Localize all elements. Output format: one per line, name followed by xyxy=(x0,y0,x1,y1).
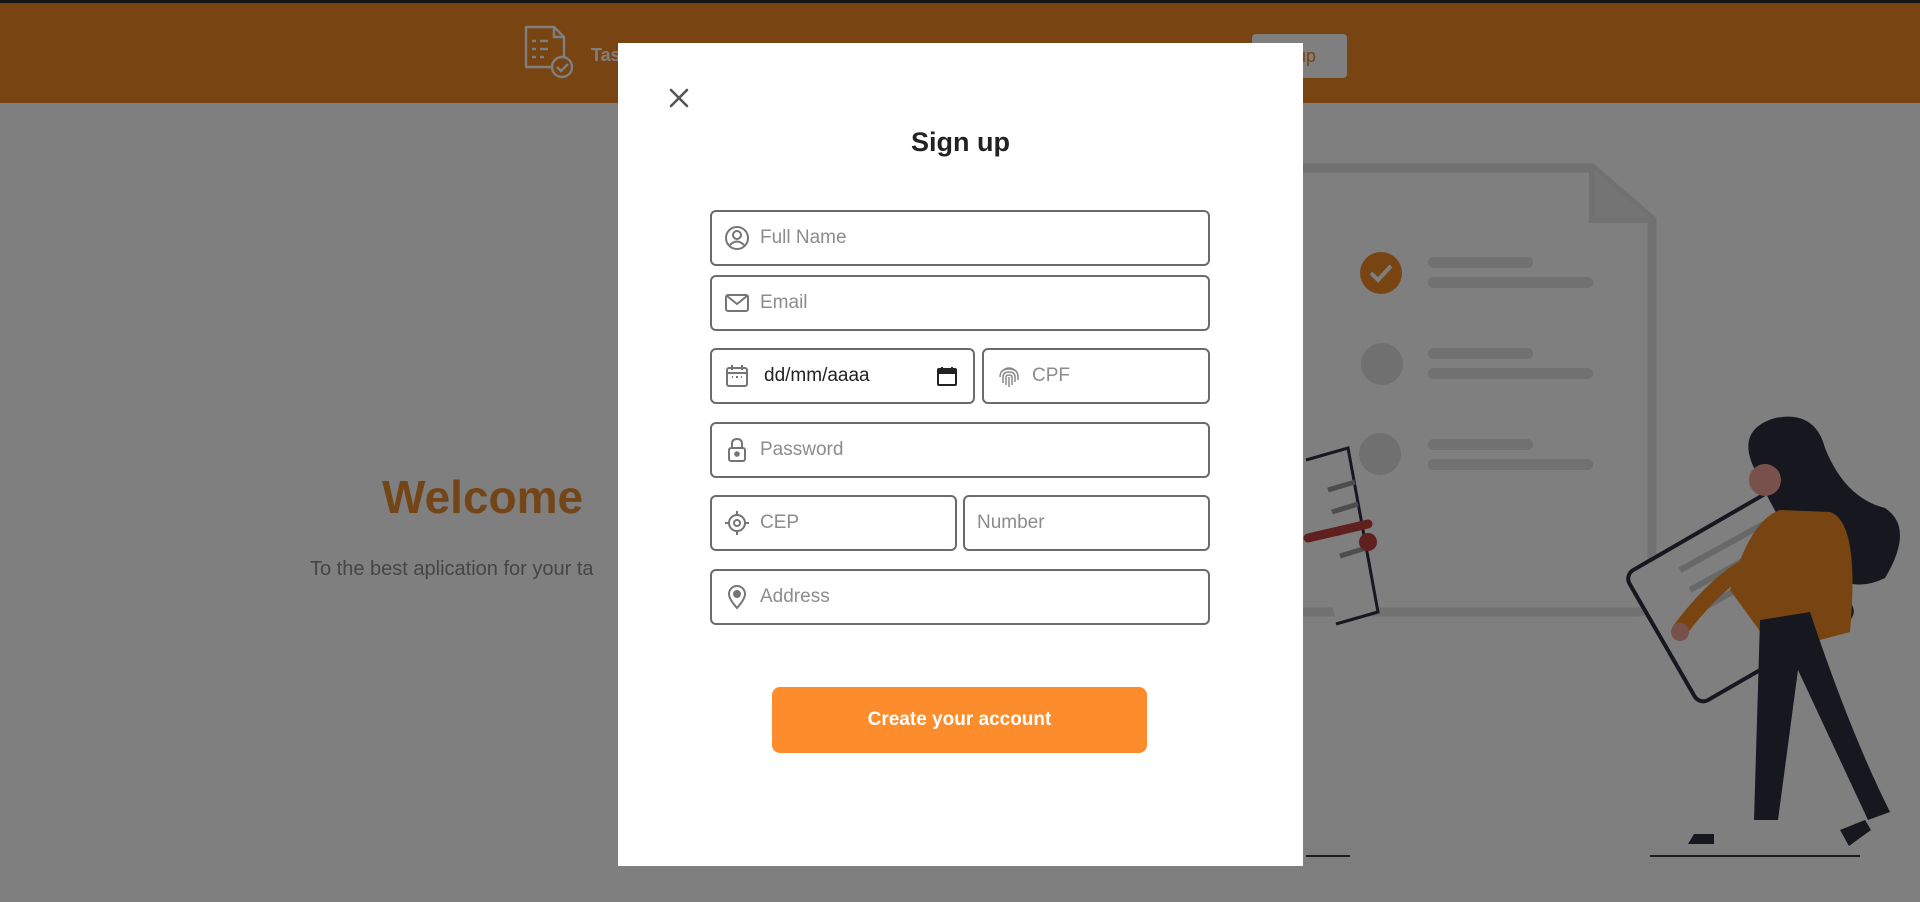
lock-icon xyxy=(728,437,746,462)
cpf-field[interactable] xyxy=(982,348,1210,404)
email-input[interactable] xyxy=(760,277,1200,329)
modal-title: Sign up xyxy=(911,127,1010,157)
user-circle-icon xyxy=(725,226,749,250)
envelope-icon xyxy=(725,294,749,312)
cep-input[interactable] xyxy=(760,497,950,549)
signup-modal: Sign up dd/mm/aaaa xyxy=(618,43,1303,866)
full-name-input[interactable] xyxy=(760,212,1200,264)
calendar-icon xyxy=(726,365,748,387)
password-field[interactable] xyxy=(710,422,1210,478)
crosshair-icon xyxy=(725,511,749,535)
email-field[interactable] xyxy=(710,275,1210,331)
address-input[interactable] xyxy=(760,571,1200,623)
address-field[interactable] xyxy=(710,569,1210,625)
calendar-picker-icon[interactable] xyxy=(937,366,957,386)
full-name-field[interactable] xyxy=(710,210,1210,266)
number-field[interactable] xyxy=(963,495,1210,551)
password-input[interactable] xyxy=(760,424,1200,476)
create-account-button[interactable]: Create your account xyxy=(772,687,1147,753)
map-pin-icon xyxy=(727,585,747,610)
birth-date-value: dd/mm/aaaa xyxy=(764,365,870,386)
fingerprint-icon xyxy=(999,367,1019,387)
cpf-input[interactable] xyxy=(1032,350,1200,402)
birth-date-field[interactable]: dd/mm/aaaa xyxy=(710,348,975,404)
close-icon[interactable] xyxy=(666,85,692,111)
number-input[interactable] xyxy=(977,497,1202,549)
cep-field[interactable] xyxy=(710,495,957,551)
